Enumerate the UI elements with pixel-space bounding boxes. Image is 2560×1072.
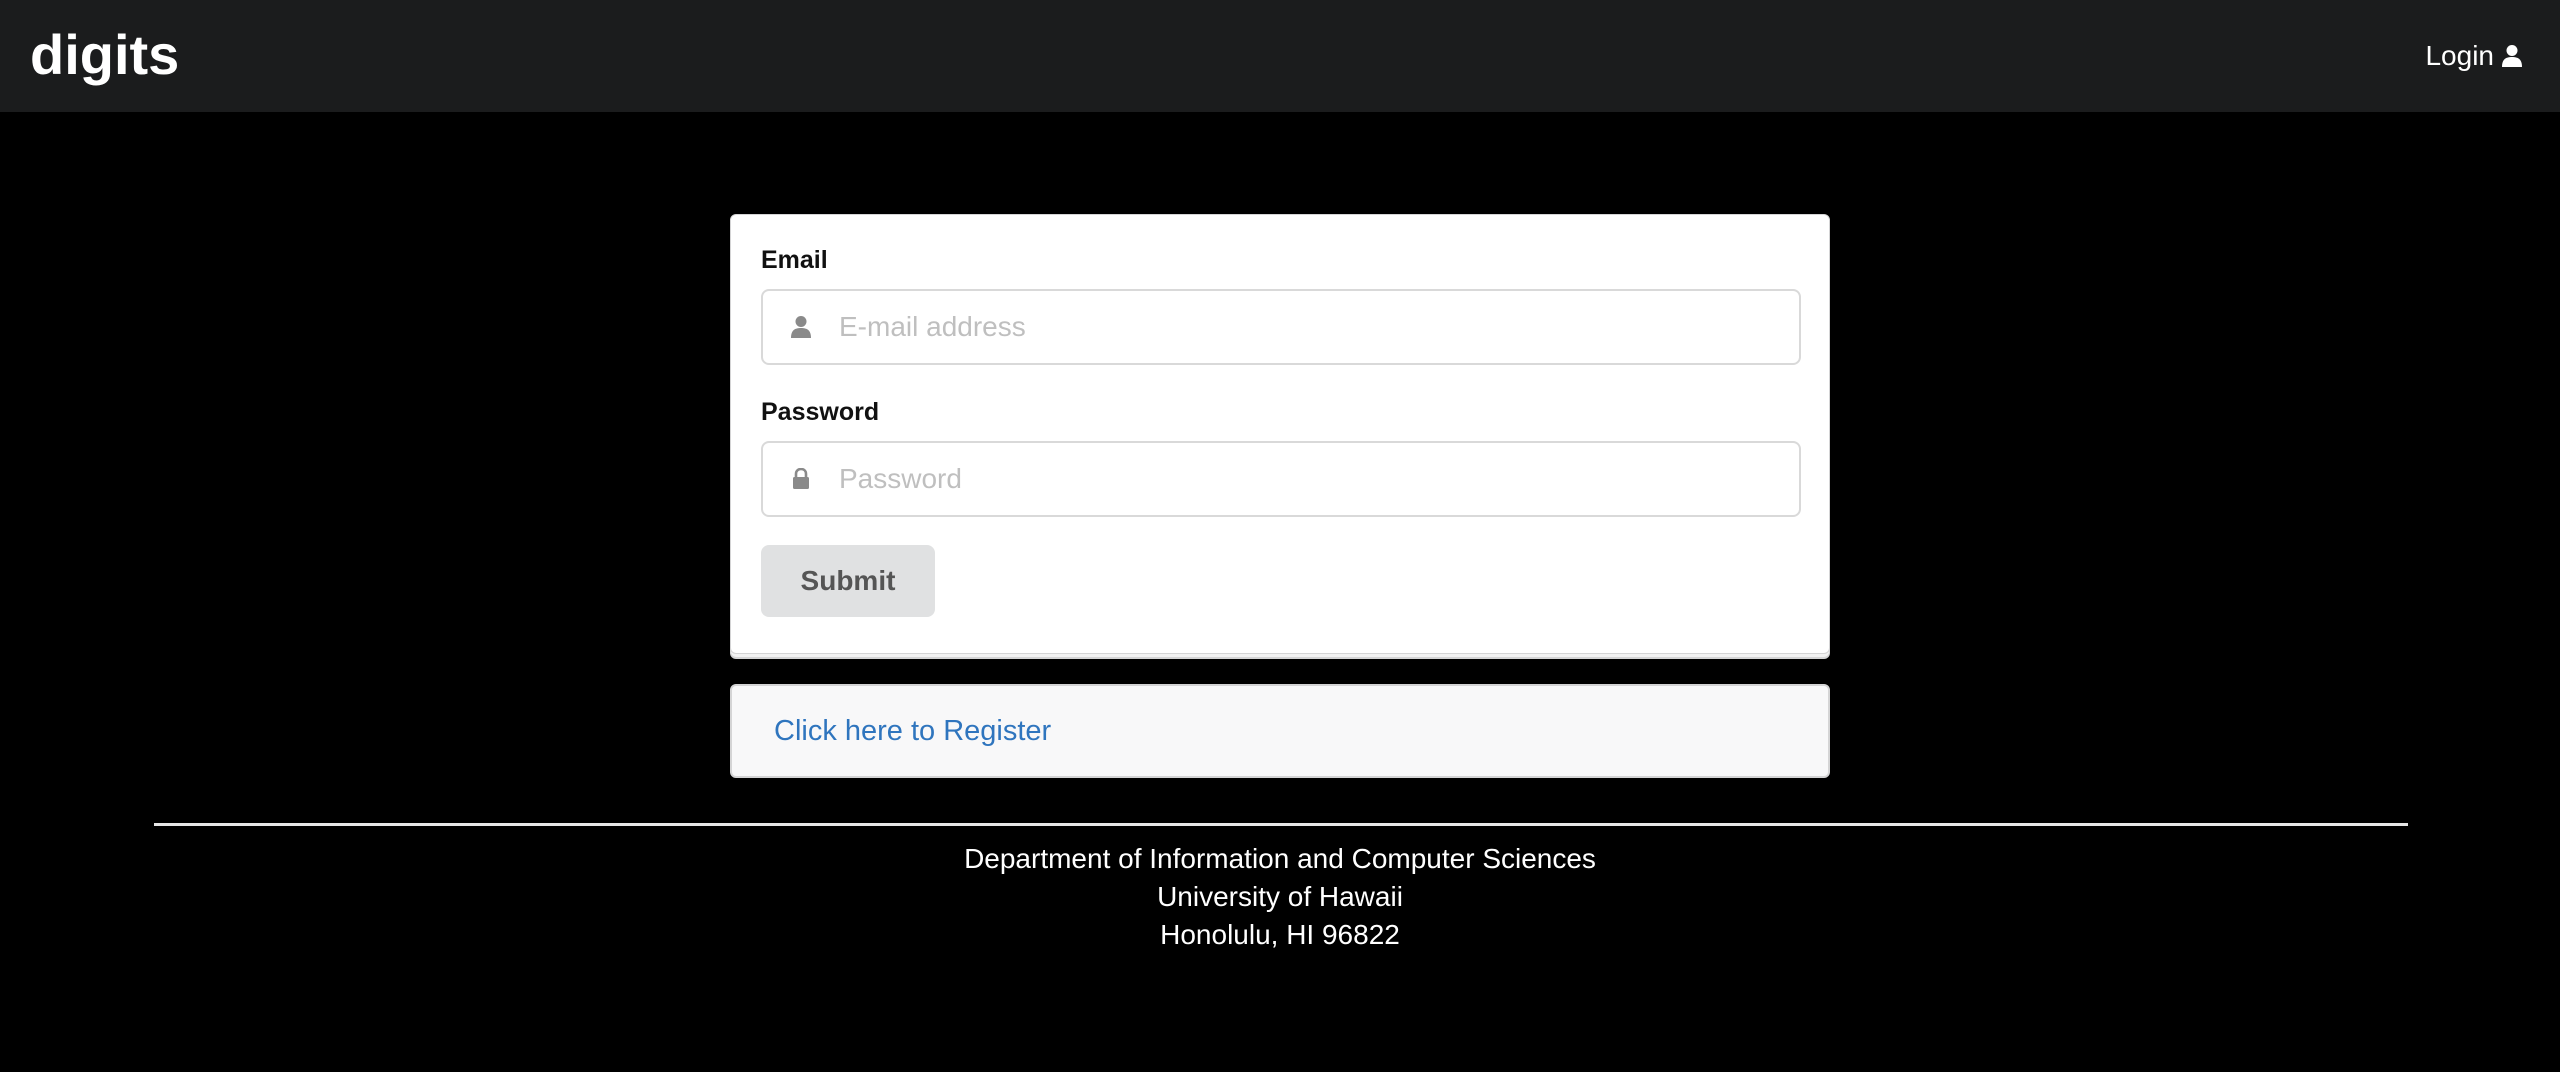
footer-divider	[154, 823, 2408, 826]
email-label: Email	[761, 246, 828, 274]
footer-address: Honolulu, HI 96822	[1160, 919, 1400, 950]
lock-icon	[763, 443, 839, 515]
email-input-wrapper[interactable]	[761, 289, 1801, 365]
password-input-wrapper[interactable]	[761, 441, 1801, 517]
email-input[interactable]	[839, 292, 1779, 362]
password-field-group: Password	[761, 397, 1801, 517]
brand-logo-link[interactable]: digits	[30, 22, 179, 87]
top-navbar: digits Login	[0, 0, 2560, 112]
register-message: Click here to Register	[730, 684, 1830, 778]
footer: Department of Information and Computer S…	[0, 840, 2560, 954]
user-icon	[2502, 44, 2522, 68]
password-input[interactable]	[839, 444, 1779, 514]
login-menu[interactable]: Login	[2425, 40, 2522, 72]
register-link[interactable]: Click here to Register	[774, 715, 1051, 748]
user-icon	[763, 291, 839, 363]
footer-university: University of Hawaii	[1157, 881, 1403, 912]
login-form: Email Password Submit	[730, 214, 1830, 654]
login-label: Login	[2425, 40, 2494, 71]
password-label: Password	[761, 398, 880, 426]
footer-department: Department of Information and Computer S…	[964, 843, 1596, 874]
submit-button[interactable]: Submit	[761, 545, 935, 617]
